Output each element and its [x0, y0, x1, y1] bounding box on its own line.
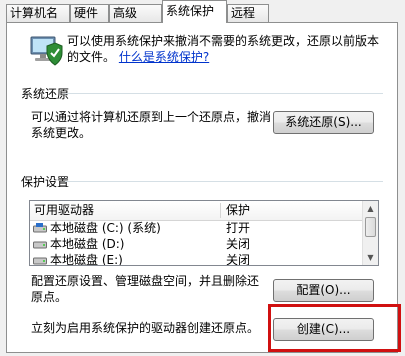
tab-hardware[interactable]: 硬件: [70, 4, 109, 22]
drive-icon: [33, 241, 47, 249]
drive-name: 本地磁盘 (E:): [50, 253, 123, 266]
divider: [65, 181, 383, 182]
drive-row[interactable]: 本地磁盘 (C:) (系统) 打开: [30, 220, 363, 236]
what-is-system-protection-link[interactable]: 什么是系统保护?: [119, 50, 209, 64]
drive-list[interactable]: 可用驱动器 保护 本地磁盘 (C:) (系统) 打开 本地磁盘 (D:) 关闭: [29, 200, 379, 266]
protection-status: 关闭: [226, 253, 251, 266]
list-header: 可用驱动器 保护: [30, 201, 363, 221]
drive-row[interactable]: 本地磁盘 (E:) 关闭: [30, 252, 363, 266]
configure-description: 配置还原设置、管理磁盘空间，并且删除还原点。: [31, 274, 260, 304]
drive-name: 本地磁盘 (D:): [50, 237, 125, 251]
tab-advanced[interactable]: 高级: [109, 4, 162, 22]
computer-shield-icon: [30, 36, 63, 66]
tab-computer-name[interactable]: 计算机名: [6, 4, 70, 22]
tab-system-protection[interactable]: 系统保护: [162, 0, 227, 23]
scroll-down-icon[interactable]: ▼: [363, 250, 378, 265]
scroll-thumb[interactable]: [365, 217, 376, 237]
scroll-up-icon[interactable]: ▲: [363, 201, 378, 216]
protection-status: 打开: [226, 221, 251, 235]
tab-bar: 计算机名 硬件 高级 系统保护 远程: [0, 0, 405, 23]
system-restore-description: 可以通过将计算机还原到上一个还原点，撤消系统更改。: [31, 110, 272, 140]
drive-name: 本地磁盘 (C:) (系统): [50, 221, 161, 235]
configure-button[interactable]: 配置(O)...: [273, 279, 374, 302]
vertical-scrollbar[interactable]: ▲ ▼: [362, 201, 378, 265]
system-restore-button[interactable]: 系统还原(S)...: [273, 111, 374, 134]
column-separator: [220, 203, 221, 218]
protection-status: 关闭: [226, 237, 251, 251]
drive-row[interactable]: 本地磁盘 (D:) 关闭: [30, 236, 363, 252]
column-header-protection[interactable]: 保护: [222, 201, 250, 220]
column-header-drives[interactable]: 可用驱动器: [30, 201, 94, 220]
drive-icon: [33, 257, 47, 265]
create-description: 立刻为启用系统保护的驱动器创建还原点。: [31, 321, 260, 335]
system-drive-icon: [33, 223, 47, 233]
tab-remote[interactable]: 远程: [227, 4, 269, 22]
intro-description: 可以使用系统保护来撤消不需要的系统更改，还原以前版本的文件。 什么是系统保护?: [67, 33, 387, 65]
intro-text: 可以使用系统保护来撤消不需要的系统更改，还原以前版本的文件。: [67, 34, 380, 64]
divider: [65, 93, 383, 94]
highlight-box: [268, 304, 401, 352]
